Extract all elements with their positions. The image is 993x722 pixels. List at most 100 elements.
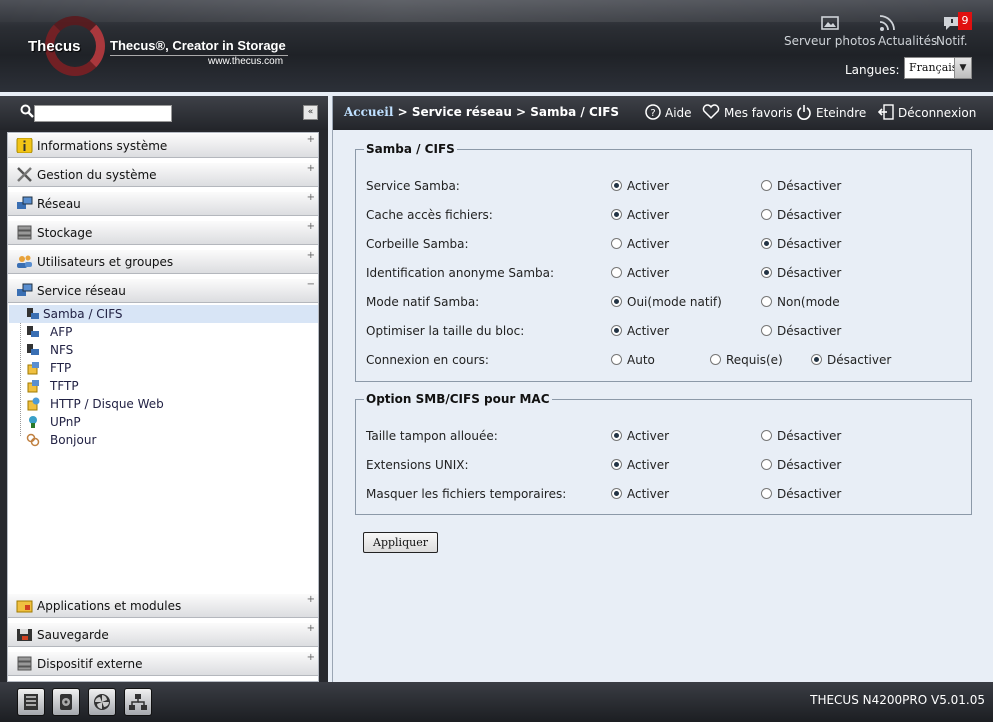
radio-button[interactable] (611, 325, 622, 336)
category-backup[interactable]: Sauvegarde + (8, 622, 318, 647)
option-enable[interactable]: Activer (611, 266, 669, 280)
option-disable[interactable]: Désactiver (761, 208, 841, 222)
radio-button[interactable] (761, 267, 772, 278)
fan-icon[interactable] (88, 688, 116, 716)
category-apps-modules[interactable]: Applications et modules + (8, 593, 318, 618)
radio-button[interactable] (611, 238, 622, 249)
radio-button[interactable] (761, 296, 772, 307)
sidebar-item-http-webdisk[interactable]: HTTP / Disque Web (16, 395, 318, 413)
sidebar-item-bonjour[interactable]: Bonjour (16, 431, 318, 449)
option-disable[interactable]: Désactiver (761, 324, 841, 338)
sidebar-item-ftp[interactable]: FTP (16, 359, 318, 377)
option-disable[interactable]: Désactiver (811, 353, 891, 367)
radio-button[interactable] (611, 459, 622, 470)
svg-text:?: ? (650, 108, 655, 119)
photo-server-button[interactable]: Serveur photos (784, 14, 876, 48)
help-button[interactable]: ? Aide (645, 104, 692, 121)
expand-icon[interactable]: + (307, 250, 315, 261)
category-system-info[interactable]: Informations système + (8, 133, 318, 158)
breadcrumb-home-link[interactable]: Accueil (344, 105, 393, 119)
expand-icon[interactable]: + (307, 221, 315, 232)
sidebar-item-nfs[interactable]: NFS (16, 341, 318, 359)
option-enable[interactable]: Activer (611, 208, 669, 222)
option-enable[interactable]: Activer (611, 429, 669, 443)
expand-icon[interactable]: + (307, 163, 315, 174)
option-disable[interactable]: Désactiver (761, 237, 841, 251)
option-label: Auto (627, 353, 655, 367)
option-required[interactable]: Requis(e) (710, 353, 783, 367)
sidebar-item-samba-cifs[interactable]: Samba / CIFS (9, 305, 318, 323)
radio-button[interactable] (761, 459, 772, 470)
option-disable[interactable]: Désactiver (761, 487, 841, 501)
radio-button[interactable] (611, 180, 622, 191)
network-topology-icon[interactable] (124, 688, 152, 716)
option-disable[interactable]: Désactiver (761, 266, 841, 280)
expand-icon[interactable]: + (307, 652, 315, 663)
radio-button[interactable] (761, 430, 772, 441)
expand-icon[interactable]: + (307, 134, 315, 145)
sidebar-item-afp[interactable]: AFP (16, 323, 318, 341)
radio-button[interactable] (761, 325, 772, 336)
option-yes-native[interactable]: Oui(mode natif) (611, 295, 722, 309)
server-icon[interactable] (17, 688, 45, 716)
collapse-panel-button[interactable]: « (303, 105, 318, 120)
section-title: Option SMB/CIFS pour MAC (366, 392, 550, 406)
radio-button[interactable] (611, 430, 622, 441)
collapse-icon[interactable]: − (307, 279, 315, 290)
firmware-version: THECUS N4200PRO V5.01.05 (810, 693, 985, 707)
option-enable[interactable]: Activer (611, 237, 669, 251)
radio-button[interactable] (761, 488, 772, 499)
option-auto[interactable]: Auto (611, 353, 655, 367)
radio-button[interactable] (611, 209, 622, 220)
search-input[interactable] (34, 105, 172, 122)
content-panel: Accueil > Service réseau > Samba / CIFS … (332, 96, 993, 682)
category-users-groups[interactable]: Utilisateurs et groupes + (8, 249, 318, 274)
setting-label: Service Samba: (366, 179, 460, 193)
option-enable[interactable]: Activer (611, 179, 669, 193)
expand-icon[interactable]: + (307, 594, 315, 605)
option-disable[interactable]: Désactiver (761, 458, 841, 472)
sidebar-item-label: Bonjour (50, 433, 97, 447)
shutdown-label: Eteindre (816, 106, 867, 120)
setting-label: Mode natif Samba: (366, 295, 480, 309)
option-enable[interactable]: Activer (611, 324, 669, 338)
category-label: Stockage (37, 226, 93, 240)
radio-button[interactable] (761, 180, 772, 191)
category-external-device[interactable]: Dispositif externe + (8, 651, 318, 676)
radio-button[interactable] (611, 488, 622, 499)
favorites-button[interactable]: Mes favoris (702, 104, 792, 121)
category-network-service[interactable]: Service réseau − (8, 278, 318, 303)
option-label: Désactiver (777, 458, 842, 472)
option-no-native[interactable]: Non(mode (761, 295, 840, 309)
category-network[interactable]: Réseau + (8, 191, 318, 216)
sidebar-item-upnp[interactable]: UPnP (16, 413, 318, 431)
option-disable[interactable]: Désactiver (761, 179, 841, 193)
option-disable[interactable]: Désactiver (761, 429, 841, 443)
tftp-icon (27, 380, 39, 393)
expand-icon[interactable]: + (307, 192, 315, 203)
category-label: Applications et modules (37, 599, 182, 613)
radio-button[interactable] (611, 296, 622, 307)
disk-icon[interactable] (52, 688, 80, 716)
radio-button[interactable] (811, 354, 822, 365)
shutdown-button[interactable]: Eteindre (796, 104, 866, 121)
radio-button[interactable] (611, 267, 622, 278)
category-system-management[interactable]: Gestion du système + (8, 162, 318, 187)
option-enable[interactable]: Activer (611, 458, 669, 472)
news-button[interactable]: Actualités (878, 14, 937, 48)
apply-button[interactable]: Appliquer (363, 532, 438, 553)
expand-icon[interactable]: + (307, 623, 315, 634)
option-enable[interactable]: Activer (611, 487, 669, 501)
radio-button[interactable] (611, 354, 622, 365)
radio-button[interactable] (761, 209, 772, 220)
radio-button[interactable] (761, 238, 772, 249)
category-storage[interactable]: Stockage + (8, 220, 318, 245)
sidebar-item-tftp[interactable]: TFTP (16, 377, 318, 395)
setting-label: Connexion en cours: (366, 353, 489, 367)
radio-button[interactable] (710, 354, 721, 365)
ftp-icon (27, 362, 39, 375)
logout-button[interactable]: Déconnexion (877, 104, 976, 121)
setting-label: Taille tampon allouée: (366, 429, 498, 443)
language-select[interactable]: Français ▼ (904, 57, 972, 79)
chevron-down-icon[interactable]: ▼ (954, 58, 971, 78)
